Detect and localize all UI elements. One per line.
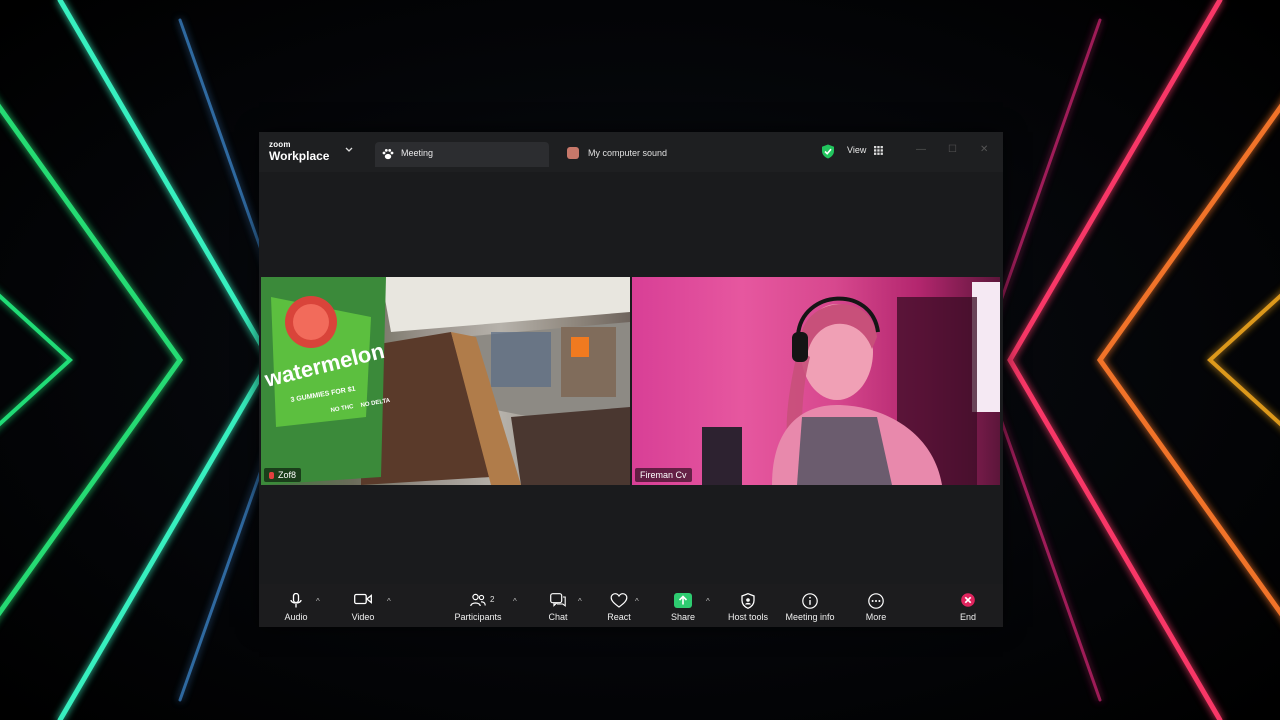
title-bar: zoom Workplace Meeting My computer sound bbox=[259, 132, 1003, 172]
share-options-caret-icon[interactable]: ^ bbox=[706, 597, 710, 606]
view-label: View bbox=[847, 145, 867, 155]
view-button[interactable]: View bbox=[847, 145, 883, 155]
video-stage: watermelon 3 GUMMIES FOR $1 NO THC NO DE… bbox=[259, 172, 1003, 584]
chat-icon bbox=[550, 593, 566, 607]
share-screen-icon bbox=[674, 593, 692, 608]
participant-name: Zof8 bbox=[278, 470, 297, 480]
meeting-info-label: Meeting info bbox=[785, 612, 835, 622]
host-tools-label: Host tools bbox=[727, 612, 769, 622]
meeting-info-button[interactable]: Meeting info bbox=[777, 584, 843, 627]
paw-icon bbox=[382, 149, 394, 160]
video-camera-icon bbox=[354, 593, 372, 605]
chat-options-caret-icon[interactable]: ^ bbox=[578, 597, 582, 606]
more-label: More bbox=[865, 612, 887, 622]
participant-name-tag: Fireman Cv bbox=[635, 468, 692, 482]
zoom-window: zoom Workplace Meeting My computer sound bbox=[259, 132, 1003, 627]
react-options-caret-icon[interactable]: ^ bbox=[635, 597, 639, 606]
meeting-controls: Audio ^ Video ^ Participants 2 ^ Chat ^ … bbox=[259, 584, 1003, 627]
logo-big-text: Workplace bbox=[269, 149, 330, 163]
video-options-caret-icon[interactable]: ^ bbox=[387, 597, 391, 606]
react-label: React bbox=[607, 612, 631, 622]
more-icon bbox=[868, 593, 884, 609]
video-tile-zof8[interactable]: watermelon 3 GUMMIES FOR $1 NO THC NO DE… bbox=[261, 277, 630, 485]
chevron-down-icon[interactable] bbox=[345, 147, 353, 153]
tab-meeting-label: Meeting bbox=[401, 148, 434, 158]
share-label: Share bbox=[670, 612, 696, 622]
video-tile-fireman-cv[interactable]: Fireman Cv bbox=[632, 277, 1000, 485]
react-button[interactable]: React bbox=[586, 584, 652, 627]
store-video-feed: watermelon 3 GUMMIES FOR $1 NO THC NO DE… bbox=[261, 277, 630, 485]
chat-label: Chat bbox=[548, 612, 568, 622]
participant-name: Fireman Cv bbox=[640, 470, 687, 480]
maximize-icon[interactable]: ☐ bbox=[948, 144, 957, 155]
participants-options-caret-icon[interactable]: ^ bbox=[513, 597, 517, 606]
close-icon[interactable]: ✕ bbox=[980, 144, 988, 155]
participant-name-tag: Zof8 bbox=[264, 468, 302, 482]
participants-count: 2 bbox=[490, 595, 495, 604]
more-button[interactable]: More bbox=[843, 584, 909, 627]
minimize-icon[interactable]: — bbox=[916, 144, 926, 155]
security-shield-icon[interactable] bbox=[821, 144, 835, 159]
end-meeting-button[interactable]: End bbox=[935, 584, 1001, 627]
grid-icon bbox=[874, 146, 883, 155]
audio-label: Audio bbox=[284, 612, 308, 622]
video-label: Video bbox=[351, 612, 375, 622]
tab-meeting[interactable]: Meeting bbox=[375, 142, 549, 167]
participants-icon bbox=[470, 593, 486, 607]
end-icon bbox=[961, 593, 975, 607]
logo-small-text: zoom bbox=[269, 140, 291, 149]
shield-icon bbox=[741, 593, 755, 609]
audio-options-caret-icon[interactable]: ^ bbox=[316, 597, 320, 606]
computer-sound-icon bbox=[567, 147, 579, 159]
microphone-icon bbox=[290, 593, 302, 608]
muted-mic-icon bbox=[269, 472, 274, 479]
host-tools-button[interactable]: Host tools bbox=[715, 584, 781, 627]
heart-icon bbox=[610, 593, 628, 608]
info-icon bbox=[802, 593, 818, 609]
end-label: End bbox=[959, 612, 976, 622]
tab-computer-sound-label: My computer sound bbox=[588, 148, 668, 158]
participants-button[interactable]: Participants bbox=[445, 584, 511, 627]
person-video-feed bbox=[702, 282, 1000, 485]
participants-label: Participants bbox=[454, 612, 502, 622]
zoom-workplace-logo[interactable]: zoom Workplace bbox=[269, 140, 330, 163]
